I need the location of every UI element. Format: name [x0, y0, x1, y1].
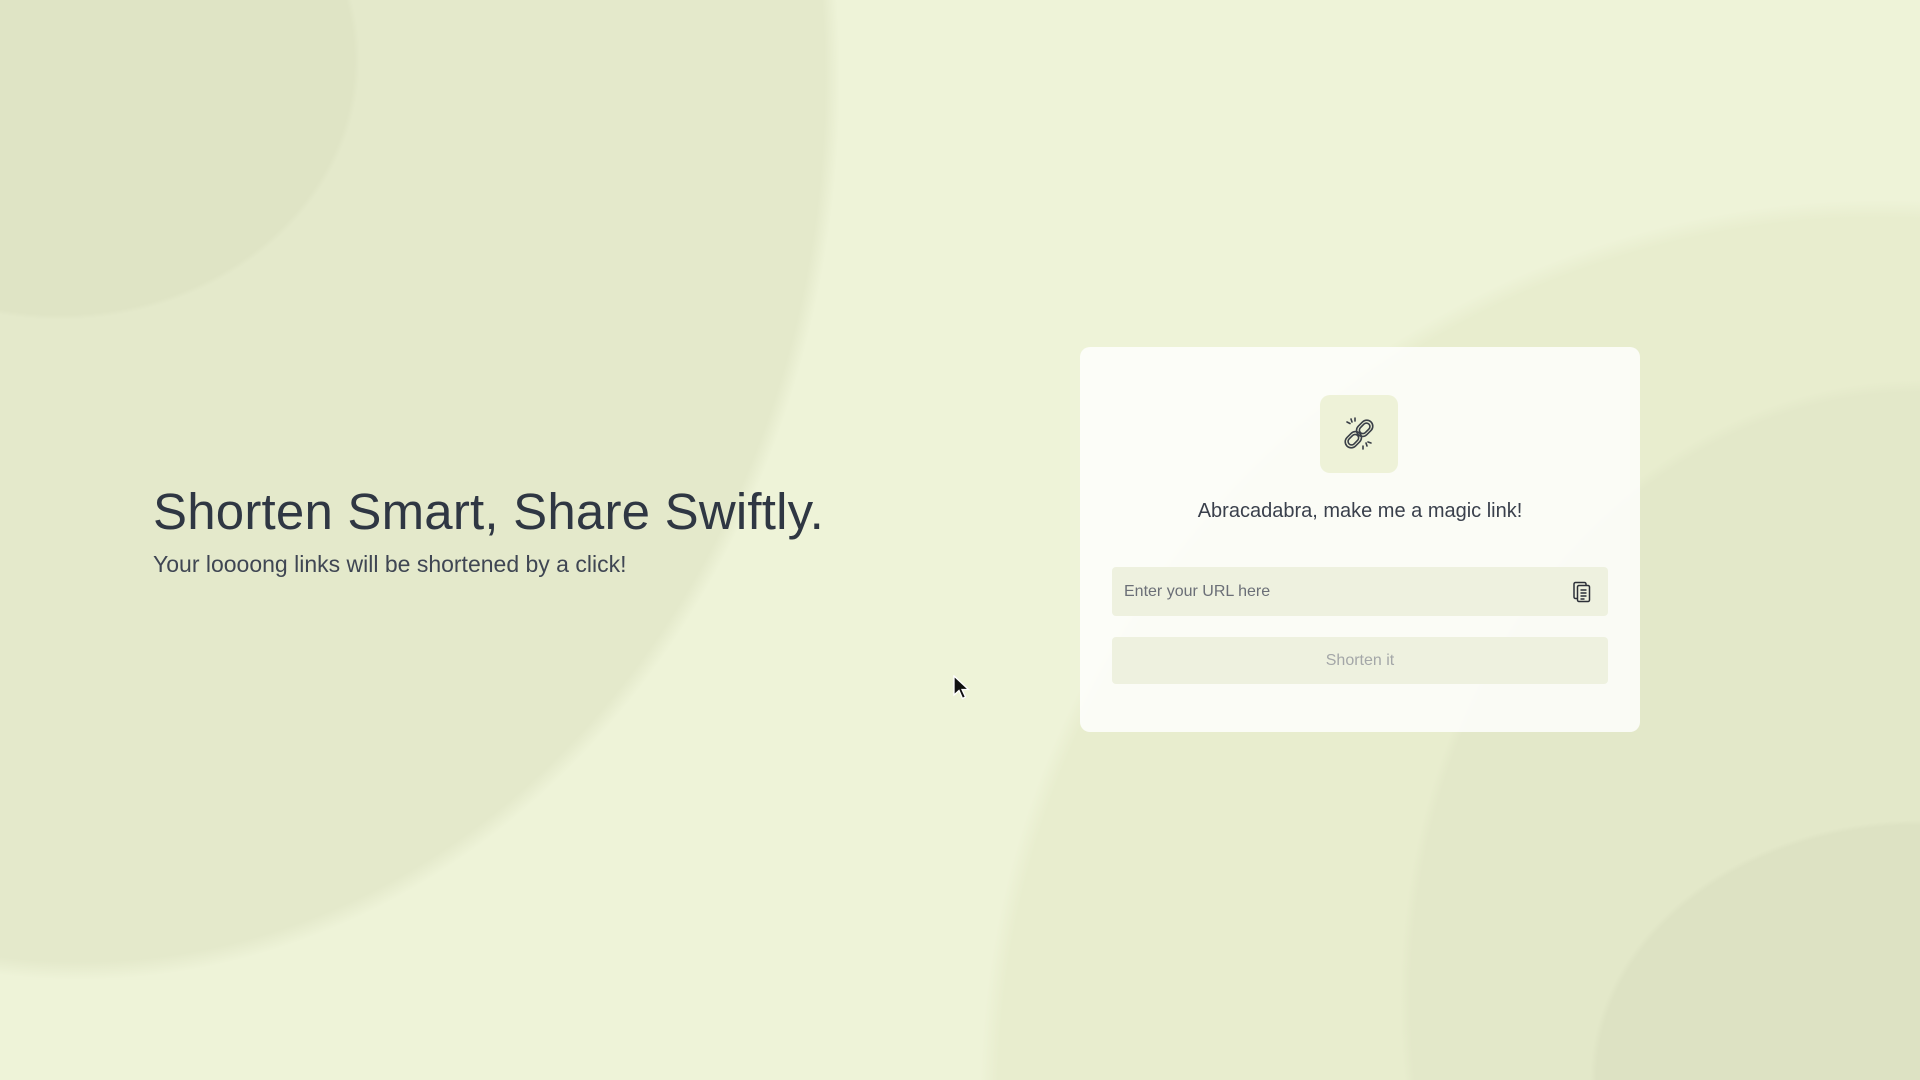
- hero-heading: Shorten Smart, Share Swiftly.: [153, 483, 824, 540]
- url-input[interactable]: [1112, 567, 1608, 616]
- shorten-button[interactable]: Shorten it: [1112, 637, 1608, 684]
- card-title: Abracadabra, make me a magic link!: [1197, 500, 1523, 522]
- link-icon-badge: [1320, 395, 1398, 473]
- hero-subheading: Your loooong links will be shortened by …: [153, 551, 627, 577]
- link-icon: [1344, 417, 1374, 450]
- clipboard-icon[interactable]: [1570, 580, 1594, 604]
- mouse-cursor-icon: [953, 675, 971, 700]
- shorten-card: Abracadabra, make me a magic link! Short…: [1080, 347, 1640, 732]
- hero-section: Shorten Smart, Share Swiftly. Your loooo…: [153, 482, 824, 578]
